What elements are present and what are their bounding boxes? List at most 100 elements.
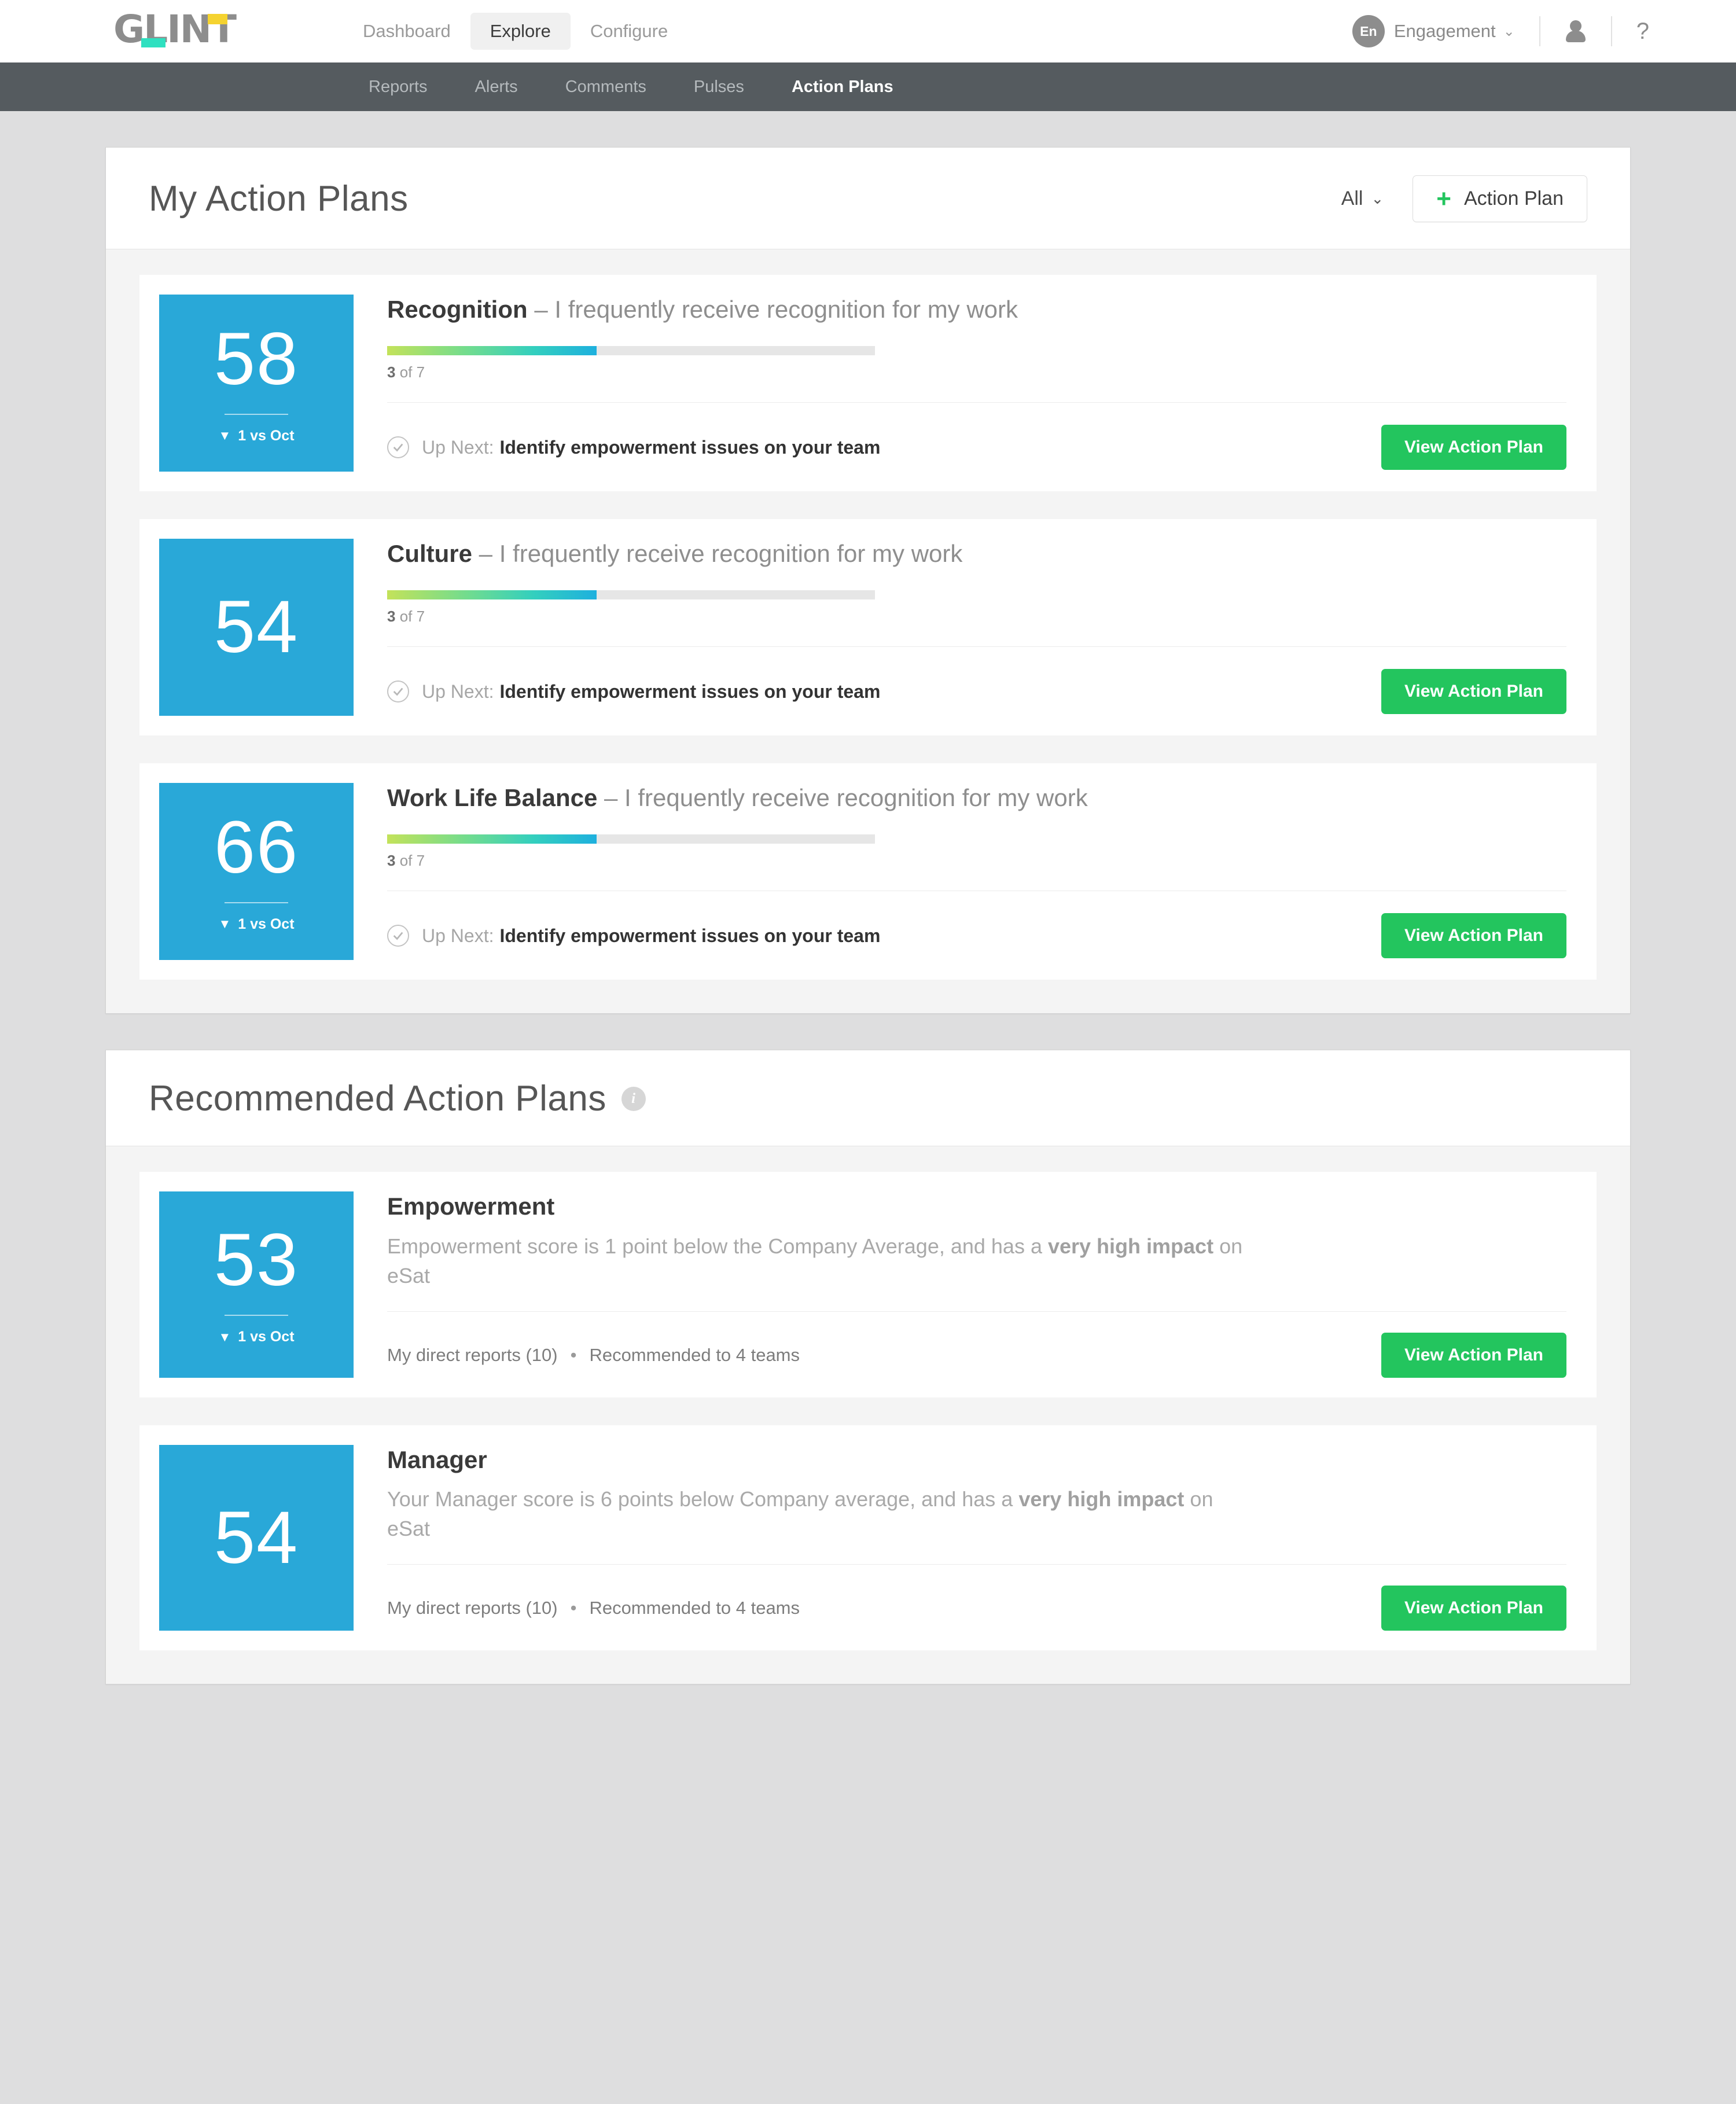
app-header: GLINT Dashboard Explore Configure En Eng… (0, 0, 1736, 62)
action-plan-card[interactable]: 54 Culture – I frequently receive recogn… (139, 519, 1597, 735)
delta-down-arrow-icon: ▼ (218, 428, 231, 443)
progress-total: of 7 (395, 608, 425, 625)
progress-section: 3 of 7 (387, 590, 1566, 626)
view-action-plan-button[interactable]: View Action Plan (1381, 425, 1566, 470)
info-icon[interactable]: i (621, 1087, 646, 1111)
panel-toolbar: All ⌄ + Action Plan (1341, 175, 1587, 222)
card-description: Empowerment score is 1 point below the C… (387, 1231, 1244, 1290)
nav-item-configure[interactable]: Configure (571, 13, 687, 50)
section-title: Recommended Action Plans i (149, 1078, 646, 1119)
nav-item-explore[interactable]: Explore (470, 13, 571, 50)
action-plan-card[interactable]: 58 ▼ 1 vs Oct Recognition – I frequently… (139, 275, 1597, 491)
my-action-plans-list: 58 ▼ 1 vs Oct Recognition – I frequently… (106, 249, 1630, 1013)
card-footer: Up Next: Identify empowerment issues on … (387, 668, 1566, 716)
score-value: 54 (214, 1501, 299, 1575)
card-body: Work Life Balance – I frequently receive… (354, 783, 1566, 960)
meta-direct-reports: My direct reports (10) (387, 1598, 558, 1618)
desc-impact: very high impact (1048, 1234, 1213, 1258)
progress-done: 3 (387, 363, 395, 381)
score-divider (225, 414, 288, 415)
topic-name: Recognition (387, 296, 528, 323)
meta-separator-dot: • (571, 1345, 577, 1365)
score-tile: 54 (159, 539, 354, 716)
card-body: Recognition – I frequently receive recog… (354, 295, 1566, 472)
person-icon[interactable] (1565, 19, 1587, 43)
score-value: 53 (214, 1223, 299, 1297)
recommended-plan-card[interactable]: 53 ▼ 1 vs Oct Empowerment Empowerment sc… (139, 1172, 1597, 1397)
view-action-plan-button[interactable]: View Action Plan (1381, 1586, 1566, 1631)
recommended-plan-card[interactable]: 54 Manager Your Manager score is 6 point… (139, 1425, 1597, 1651)
page-bottom-spacer (0, 1684, 1736, 1719)
card-title: Recognition – I frequently receive recog… (387, 295, 1566, 325)
score-tile: 58 ▼ 1 vs Oct (159, 295, 354, 472)
topic-name: Manager (387, 1446, 487, 1473)
primary-nav: Dashboard Explore Configure (343, 13, 687, 50)
up-next-row: Up Next: Identify empowerment issues on … (387, 925, 880, 947)
progress-done: 3 (387, 608, 395, 625)
meta-separator-dot: • (571, 1598, 577, 1618)
check-circle-icon (387, 436, 409, 458)
subnav-item-action-plans[interactable]: Action Plans (768, 78, 917, 97)
nav-item-dashboard[interactable]: Dashboard (343, 13, 470, 50)
header-right-tools: En Engagement ⌄ ? (1352, 15, 1649, 47)
title-dash: – (597, 784, 624, 811)
header-divider (1611, 16, 1612, 46)
page-title: My Action Plans (149, 178, 409, 219)
view-action-plan-button[interactable]: View Action Plan (1381, 913, 1566, 958)
progress-total: of 7 (395, 852, 425, 869)
add-action-plan-button[interactable]: + Action Plan (1413, 175, 1587, 222)
delta-label: 1 vs Oct (238, 428, 294, 444)
help-icon[interactable]: ? (1636, 19, 1649, 45)
subnav-item-reports[interactable]: Reports (345, 78, 451, 97)
add-action-plan-label: Action Plan (1464, 187, 1564, 210)
up-next-label: Up Next: (422, 437, 494, 458)
score-divider (225, 1315, 288, 1316)
progress-fill (387, 590, 597, 599)
card-meta: My direct reports (10)•Recommended to 4 … (387, 1345, 800, 1366)
card-footer: Up Next: Identify empowerment issues on … (387, 912, 1566, 961)
card-title: Culture – I frequently receive recogniti… (387, 539, 1566, 569)
subnav-item-comments[interactable]: Comments (542, 78, 670, 97)
action-plan-card[interactable]: 66 ▼ 1 vs Oct Work Life Balance – I freq… (139, 763, 1597, 980)
topic-name: Work Life Balance (387, 784, 597, 811)
card-divider (387, 1311, 1566, 1312)
card-body: Manager Your Manager score is 6 points b… (354, 1445, 1566, 1631)
up-next-row: Up Next: Identify empowerment issues on … (387, 436, 880, 458)
environment-badge[interactable]: En (1352, 15, 1385, 47)
check-circle-icon (387, 925, 409, 947)
up-next-task: Identify empowerment issues on your team (499, 925, 880, 947)
delta-label: 1 vs Oct (238, 916, 294, 933)
delta-down-arrow-icon: ▼ (218, 917, 231, 932)
up-next-task: Identify empowerment issues on your team (499, 437, 880, 458)
score-value: 58 (214, 322, 299, 396)
score-tile: 53 ▼ 1 vs Oct (159, 1191, 354, 1378)
title-dash: – (528, 296, 555, 323)
desc-impact: very high impact (1018, 1487, 1184, 1511)
progress-bar (387, 834, 875, 844)
card-body: Culture – I frequently receive recogniti… (354, 539, 1566, 716)
card-title: Empowerment (387, 1191, 1566, 1222)
subnav-item-pulses[interactable]: Pulses (670, 78, 768, 97)
check-circle-icon (387, 681, 409, 702)
recommended-list: 53 ▼ 1 vs Oct Empowerment Empowerment sc… (106, 1146, 1630, 1684)
card-divider (387, 646, 1566, 647)
subnav-item-alerts[interactable]: Alerts (451, 78, 542, 97)
recommended-header: Recommended Action Plans i (106, 1050, 1630, 1146)
meta-recommended-teams: Recommended to 4 teams (589, 1598, 800, 1618)
topic-name: Empowerment (387, 1193, 554, 1220)
progress-bar (387, 346, 875, 355)
up-next-label: Up Next: (422, 681, 494, 702)
environment-name[interactable]: Engagement (1394, 21, 1496, 42)
glint-logo[interactable]: GLINT (113, 14, 236, 49)
view-action-plan-button[interactable]: View Action Plan (1381, 669, 1566, 714)
up-next-task: Identify empowerment issues on your team (499, 681, 880, 702)
filter-dropdown[interactable]: All ⌄ (1341, 187, 1384, 210)
score-delta: ▼ 1 vs Oct (218, 1329, 294, 1345)
view-action-plan-button[interactable]: View Action Plan (1381, 1333, 1566, 1378)
card-divider (387, 1564, 1566, 1565)
progress-bar (387, 590, 875, 599)
header-divider (1539, 16, 1540, 46)
score-value: 54 (214, 590, 299, 664)
card-title: Manager (387, 1445, 1566, 1476)
chevron-down-icon[interactable]: ⌄ (1503, 23, 1515, 40)
